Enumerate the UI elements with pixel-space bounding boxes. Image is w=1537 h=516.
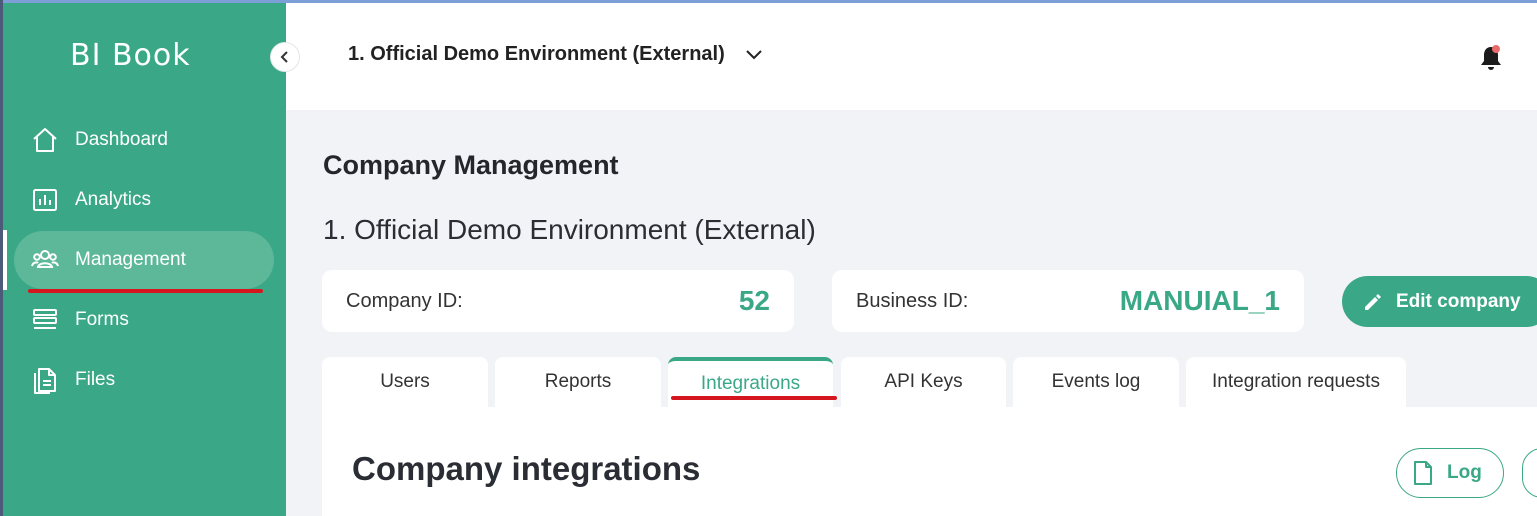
edit-company-label: Edit company [1396, 290, 1521, 312]
app-logo: BI Book [70, 38, 191, 73]
window-left-border [0, 0, 3, 516]
users-icon [30, 245, 60, 275]
business-id-label: Business ID: [856, 289, 969, 312]
top-header: 1. Official Demo Environment (External) [286, 3, 1537, 110]
company-id-label: Company ID: [346, 289, 463, 312]
business-id-card: Business ID: MANUIAL_1 [832, 270, 1304, 332]
sidebar-item-files[interactable]: Files [14, 351, 274, 409]
notification-badge [1492, 45, 1500, 53]
chevron-left-icon [278, 50, 292, 64]
tab-api-keys[interactable]: API Keys [841, 357, 1006, 407]
sidebar-item-dashboard[interactable]: Dashboard [14, 111, 274, 169]
annotation-underline [671, 396, 837, 400]
document-icon [1413, 460, 1433, 486]
active-indicator [3, 230, 7, 290]
tab-label: Users [380, 371, 430, 392]
analytics-icon [30, 185, 60, 215]
files-icon [30, 365, 60, 395]
edit-company-button[interactable]: Edit company [1342, 276, 1537, 327]
home-icon [30, 125, 60, 155]
tab-label: API Keys [884, 371, 963, 392]
log-button-label: Log [1447, 462, 1482, 483]
tab-integration-requests[interactable]: Integration requests [1186, 357, 1406, 407]
tab-events-log[interactable]: Events log [1013, 357, 1179, 407]
company-name: 1. Official Demo Environment (External) [323, 214, 816, 245]
sidebar-item-analytics[interactable]: Analytics [14, 171, 274, 229]
sidebar-item-label: Dashboard [75, 129, 168, 150]
tab-label: Reports [544, 371, 612, 392]
company-id-value: 52 [738, 285, 770, 316]
sidebar-item-management[interactable]: Management [14, 231, 274, 289]
window-top-border [0, 0, 1537, 3]
panel-title: Company integrations [352, 450, 701, 487]
environment-selector[interactable]: 1. Official Demo Environment (External) [348, 43, 763, 66]
collapse-sidebar-button[interactable] [270, 42, 300, 72]
sidebar: BI Book Dashboard Analytics Management F… [0, 0, 286, 516]
page-title: Company Management [323, 150, 619, 180]
notifications-bell-icon[interactable] [1476, 43, 1506, 73]
tab-reports[interactable]: Reports [495, 357, 661, 407]
tab-label: Events log [1051, 371, 1141, 392]
sidebar-item-forms[interactable]: Forms [14, 291, 274, 349]
sidebar-item-label: Management [75, 249, 186, 270]
forms-icon [30, 305, 60, 335]
sidebar-item-label: Forms [75, 309, 129, 330]
pencil-icon [1362, 291, 1384, 313]
log-button[interactable]: Log [1396, 448, 1504, 498]
sidebar-item-label: Analytics [75, 189, 152, 210]
tab-label: Integrations [700, 373, 801, 394]
tab-label: Integration requests [1212, 371, 1380, 392]
business-id-value: MANUIAL_1 [1119, 285, 1280, 316]
environment-label: 1. Official Demo Environment (External) [348, 43, 725, 65]
tab-users[interactable]: Users [322, 357, 488, 407]
chevron-down-icon [745, 49, 763, 61]
sidebar-item-label: Files [75, 369, 116, 390]
company-id-card: Company ID: 52 [322, 270, 794, 332]
